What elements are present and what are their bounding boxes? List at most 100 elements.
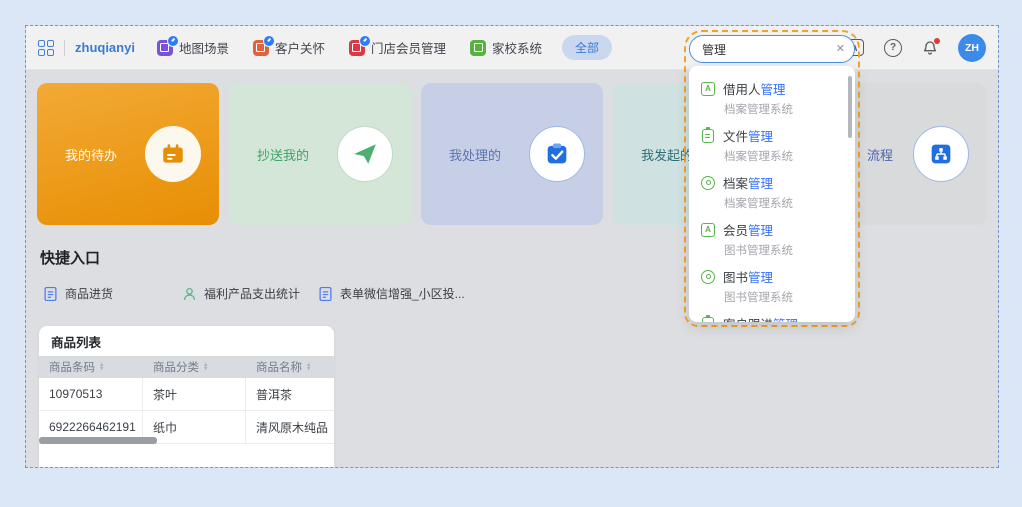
result-match: 管理	[773, 318, 798, 322]
search-box: ✕	[689, 35, 855, 63]
all-apps-button[interactable]: 全部	[562, 35, 612, 60]
quick-link-product-purchase[interactable]: 商品进货	[44, 285, 183, 302]
result-match: 管理	[748, 271, 773, 285]
quick-link-welfare-stats[interactable]: 福利产品支出统计	[183, 285, 319, 302]
tab-label: 门店会员管理	[371, 38, 446, 57]
clipboard-check-icon	[529, 126, 585, 182]
search-results-dropdown: 借用人管理 档案管理系统 文件管理 档案管理系统 档案管理 档案管理系统 会员管…	[689, 66, 855, 322]
product-list-title: 商品列表	[39, 326, 334, 356]
result-title: 借用人	[723, 83, 761, 97]
card-cc-to-me[interactable]: 抄送我的	[229, 83, 411, 225]
result-title: 文件	[723, 130, 748, 144]
result-title: 会员	[723, 224, 748, 238]
user-avatar[interactable]: ZH	[958, 34, 986, 62]
search-result-book-mgmt[interactable]: 图书管理 图书管理系统	[689, 262, 855, 309]
result-title: 图书	[723, 271, 748, 285]
divider	[64, 40, 65, 56]
search-result-borrower-mgmt[interactable]: 借用人管理 档案管理系统	[689, 74, 855, 121]
apps-grid-icon[interactable]	[38, 40, 54, 56]
map-scene-app-icon	[157, 40, 173, 56]
result-title: 档案	[723, 177, 748, 191]
column-label: 商品分类	[153, 359, 199, 375]
edit-badge-icon	[167, 35, 179, 47]
cell-name: 普洱茶	[246, 378, 334, 410]
org-chart-icon	[913, 126, 969, 182]
column-label: 商品名称	[256, 359, 302, 375]
search-result-customer-followup-mgmt[interactable]: 客户跟进管理 客户管理	[689, 309, 855, 322]
quick-link-form-wechat[interactable]: 表单微信增强_小区投...	[319, 285, 465, 302]
column-header-barcode[interactable]: 商品条码	[39, 359, 143, 375]
tab-label: 地图场景	[179, 38, 229, 57]
search-highlight-annotation: ✕ 借用人管理 档案管理系统 文件管理 档案管理系统 档案管理 档案管理系统	[684, 30, 860, 327]
table-row[interactable]: 10970513 茶叶 普洱茶	[39, 378, 334, 411]
home-school-app-icon	[470, 40, 486, 56]
cell-name: 清风原木纯品	[246, 411, 334, 443]
sort-icon[interactable]	[306, 363, 311, 372]
paper-plane-icon	[337, 126, 393, 182]
app-frame: zhuqianyi 地图场景 客户关怀 门店会员管理 家校系统	[25, 25, 999, 468]
quick-link-label: 表单微信增强_小区投...	[340, 285, 465, 302]
grid-cell	[38, 40, 45, 47]
result-match: 管理	[748, 177, 773, 191]
document-icon	[44, 287, 57, 301]
result-subtitle: 档案管理系统	[724, 148, 843, 164]
document-icon	[319, 287, 332, 301]
column-label: 商品条码	[49, 359, 95, 375]
tab-customer-care[interactable]: 客户关怀	[253, 38, 325, 57]
grid-cell	[47, 49, 54, 56]
target-icon	[701, 270, 715, 284]
todo-calendar-icon	[145, 126, 201, 182]
card-label: 抄送我的	[257, 145, 309, 164]
clipboard-icon	[702, 129, 714, 143]
tab-map-scene[interactable]: 地图场景	[157, 38, 229, 57]
tab-label: 客户关怀	[275, 38, 325, 57]
contacts-icon	[701, 223, 715, 237]
person-icon	[183, 287, 196, 301]
clear-search-icon[interactable]: ✕	[836, 42, 845, 55]
result-subtitle: 档案管理系统	[724, 195, 843, 211]
tab-home-school[interactable]: 家校系统	[470, 38, 542, 57]
grid-cell	[38, 49, 45, 56]
edit-badge-icon	[359, 35, 371, 47]
clipboard-icon	[702, 317, 714, 323]
result-title: 客户跟进	[723, 318, 773, 322]
search-result-member-mgmt[interactable]: 会员管理 图书管理系统	[689, 215, 855, 262]
horizontal-scrollbar[interactable]	[39, 437, 157, 444]
card-label: 我处理的	[449, 145, 501, 164]
tab-store-member[interactable]: 门店会员管理	[349, 38, 446, 57]
notification-bell-icon[interactable]	[922, 40, 938, 56]
notification-dot	[934, 38, 940, 44]
dropdown-scrollbar[interactable]	[848, 76, 852, 138]
target-icon	[701, 176, 715, 190]
brand-name[interactable]: zhuqianyi	[75, 40, 135, 55]
card-handled-by-me[interactable]: 我处理的	[421, 83, 603, 225]
cell-category: 纸巾	[143, 411, 246, 443]
cell-category: 茶叶	[143, 378, 246, 410]
result-match: 管理	[761, 83, 786, 97]
contacts-icon	[701, 82, 715, 96]
store-member-app-icon	[349, 40, 365, 56]
cell-barcode: 10970513	[39, 378, 143, 410]
quick-link-label: 商品进货	[65, 285, 113, 302]
search-result-file-mgmt[interactable]: 文件管理 档案管理系统	[689, 121, 855, 168]
table-header-row: 商品条码 商品分类 商品名称	[39, 356, 334, 378]
result-subtitle: 图书管理系统	[724, 289, 843, 305]
column-header-category[interactable]: 商品分类	[143, 359, 246, 375]
card-my-todo[interactable]: 我的待办	[37, 83, 219, 225]
help-icon[interactable]: ?	[884, 39, 902, 57]
result-match: 管理	[748, 224, 773, 238]
topbar-actions: A ? ZH	[845, 34, 986, 62]
sort-icon[interactable]	[99, 363, 104, 372]
search-input[interactable]	[689, 35, 855, 63]
card-label: 流程	[867, 145, 893, 164]
screenshot-canvas: zhuqianyi 地图场景 客户关怀 门店会员管理 家校系统	[0, 0, 1022, 507]
app-tabs: 地图场景 客户关怀 门店会员管理 家校系统	[157, 38, 542, 57]
sort-icon[interactable]	[203, 363, 208, 372]
tab-label: 家校系统	[492, 38, 542, 57]
column-header-name[interactable]: 商品名称	[246, 359, 334, 375]
product-list-card: 商品列表 商品条码 商品分类 商品名称 10970513 茶叶 普洱茶	[39, 326, 334, 468]
result-match: 管理	[748, 130, 773, 144]
quick-link-label: 福利产品支出统计	[204, 285, 300, 302]
grid-cell	[47, 40, 54, 47]
search-result-archive-mgmt[interactable]: 档案管理 档案管理系统	[689, 168, 855, 215]
